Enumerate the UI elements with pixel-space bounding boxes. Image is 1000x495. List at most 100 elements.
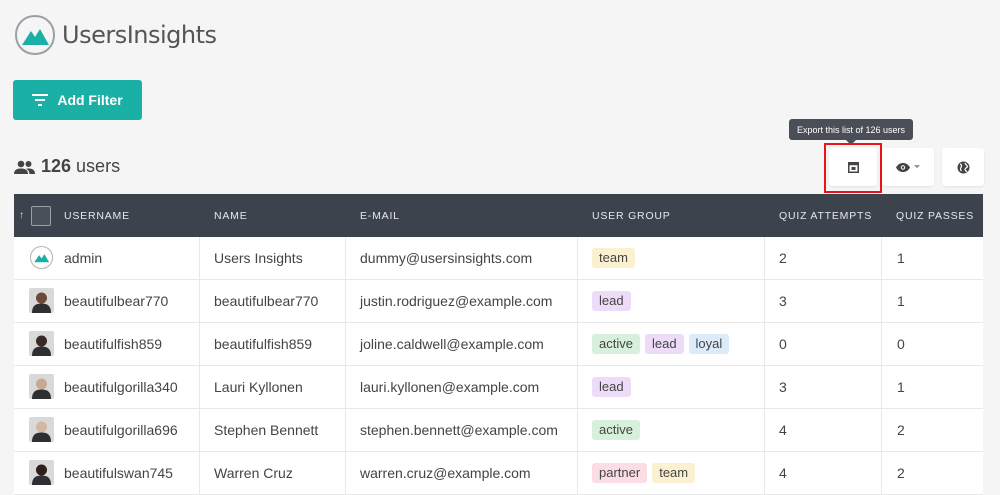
cell-quiz-attempts: 0 bbox=[779, 336, 787, 352]
cell-quiz-passes: 2 bbox=[897, 465, 905, 481]
avatar[interactable] bbox=[29, 460, 54, 485]
cell-username: beautifulgorilla340 bbox=[64, 379, 178, 395]
column-divider bbox=[881, 366, 882, 408]
column-header-quiz-passes[interactable]: QUIZ PASSES bbox=[896, 210, 974, 222]
column-visibility-button[interactable] bbox=[882, 148, 934, 186]
column-divider bbox=[199, 366, 200, 408]
cell-username: beautifulswan745 bbox=[64, 465, 173, 481]
column-divider bbox=[345, 323, 346, 365]
group-tag[interactable]: active bbox=[592, 334, 640, 354]
group-tag[interactable]: loyal bbox=[688, 334, 730, 354]
export-button[interactable] bbox=[829, 148, 877, 186]
column-divider bbox=[199, 409, 200, 451]
cell-quiz-attempts: 4 bbox=[779, 465, 787, 481]
caret-down-icon bbox=[914, 165, 920, 169]
cell-email: stephen.bennett@example.com bbox=[360, 422, 558, 438]
avatar-logo-icon[interactable] bbox=[29, 245, 54, 270]
app-logo[interactable]: UsersInsights bbox=[14, 14, 217, 56]
column-divider bbox=[764, 366, 765, 408]
group-tag[interactable]: lead bbox=[644, 334, 684, 354]
logo-mountain-icon bbox=[14, 14, 56, 56]
cell-username: admin bbox=[64, 250, 103, 266]
table-row[interactable]: beautifulfish859 beautifulfish859 joline.c… bbox=[14, 323, 983, 366]
table-row[interactable]: admin Users Insights dummy@usersinsights.c… bbox=[14, 237, 983, 280]
cell-quiz-passes: 0 bbox=[897, 336, 905, 352]
column-divider bbox=[881, 280, 882, 322]
cell-username: beautifulbear770 bbox=[64, 293, 169, 309]
group-tag[interactable]: team bbox=[592, 248, 635, 268]
cell-email: warren.cruz@example.com bbox=[360, 465, 531, 481]
sort-indicator[interactable]: ↑ bbox=[19, 210, 25, 221]
column-divider bbox=[881, 409, 882, 451]
column-divider bbox=[764, 280, 765, 322]
column-divider bbox=[764, 409, 765, 451]
cell-name: beautifulbear770 bbox=[214, 293, 319, 309]
add-filter-button[interactable]: Add Filter bbox=[13, 80, 142, 120]
cell-name: Lauri Kyllonen bbox=[214, 379, 303, 395]
group-tag[interactable]: partner bbox=[592, 463, 648, 483]
column-divider bbox=[764, 323, 765, 365]
avatar[interactable] bbox=[29, 417, 54, 442]
column-divider bbox=[345, 452, 346, 494]
cell-email: dummy@usersinsights.com bbox=[360, 250, 533, 266]
cell-email: joline.caldwell@example.com bbox=[360, 336, 544, 352]
avatar[interactable] bbox=[29, 288, 54, 313]
column-divider bbox=[764, 237, 765, 279]
cell-quiz-attempts: 3 bbox=[779, 293, 787, 309]
table-row[interactable]: beautifulbear770 beautifulbear770 justin.r… bbox=[14, 280, 983, 323]
column-divider bbox=[199, 452, 200, 494]
users-table: ↑ USERNAME NAME E-MAIL USER GROUP QUIZ A… bbox=[14, 194, 983, 495]
column-divider bbox=[345, 366, 346, 408]
cell-user-group: lead bbox=[592, 366, 636, 408]
group-tag[interactable]: lead bbox=[592, 291, 631, 311]
group-tag[interactable]: active bbox=[592, 420, 640, 440]
column-header-name[interactable]: NAME bbox=[214, 210, 248, 222]
column-divider bbox=[577, 280, 578, 322]
cell-name: beautifulfish859 bbox=[214, 336, 313, 352]
add-filter-label: Add Filter bbox=[57, 92, 123, 108]
map-view-button[interactable] bbox=[942, 148, 984, 186]
cell-user-group: partner team bbox=[592, 452, 700, 494]
user-count: 126 users bbox=[14, 156, 120, 177]
table-row[interactable]: beautifulgorilla696 Stephen Bennett stephe… bbox=[14, 409, 983, 452]
column-divider bbox=[764, 452, 765, 494]
cell-user-group: active lead loyal bbox=[592, 323, 734, 365]
column-divider bbox=[577, 452, 578, 494]
eye-icon bbox=[896, 162, 910, 172]
table-row[interactable]: beautifulgorilla340 Lauri Kyllonen lauri.k… bbox=[14, 366, 983, 409]
cell-email: justin.rodriguez@example.com bbox=[360, 293, 553, 309]
cell-username: beautifulfish859 bbox=[64, 336, 163, 352]
column-header-email[interactable]: E-MAIL bbox=[360, 210, 400, 222]
cell-user-group: lead bbox=[592, 280, 636, 322]
table-body: admin Users Insights dummy@usersinsights.c… bbox=[14, 237, 983, 495]
filter-icon bbox=[32, 94, 49, 106]
avatar[interactable] bbox=[29, 331, 54, 356]
cell-quiz-attempts: 4 bbox=[779, 422, 787, 438]
group-tag[interactable]: team bbox=[652, 463, 696, 483]
group-tag[interactable]: lead bbox=[592, 377, 631, 397]
user-count-number: 126 bbox=[41, 156, 72, 176]
column-header-user-group[interactable]: USER GROUP bbox=[592, 210, 671, 222]
column-header-username[interactable]: USERNAME bbox=[64, 210, 130, 222]
cell-user-group: team bbox=[592, 237, 640, 279]
cell-name: Warren Cruz bbox=[214, 465, 293, 481]
avatar[interactable] bbox=[29, 374, 54, 399]
column-divider bbox=[577, 409, 578, 451]
globe-icon bbox=[957, 161, 969, 173]
cell-quiz-attempts: 2 bbox=[779, 250, 787, 266]
column-divider bbox=[577, 366, 578, 408]
export-tooltip: Export this list of 126 users bbox=[789, 119, 914, 145]
cell-quiz-passes: 1 bbox=[897, 379, 905, 395]
select-all-checkbox[interactable] bbox=[31, 205, 51, 226]
table-row[interactable]: beautifulswan745 Warren Cruz warren.cruz@e… bbox=[14, 452, 983, 495]
column-divider bbox=[577, 323, 578, 365]
cell-user-group: active bbox=[592, 409, 645, 451]
cell-quiz-passes: 2 bbox=[897, 422, 905, 438]
cell-email: lauri.kyllonen@example.com bbox=[360, 379, 540, 395]
column-divider bbox=[881, 323, 882, 365]
column-divider bbox=[345, 237, 346, 279]
column-divider bbox=[577, 237, 578, 279]
column-header-quiz-attempts[interactable]: QUIZ ATTEMPTS bbox=[779, 210, 872, 222]
cell-username: beautifulgorilla696 bbox=[64, 422, 178, 438]
column-divider bbox=[345, 409, 346, 451]
